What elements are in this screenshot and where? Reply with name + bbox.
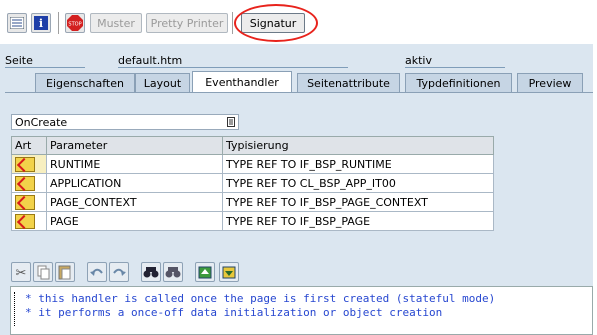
seite-value: default.htm (118, 54, 183, 67)
stop-button[interactable]: STOP (65, 13, 85, 33)
undo-icon (90, 268, 103, 276)
info-icon: i (34, 16, 48, 30)
parameters-table: Art Parameter Typisierung RUNTIME TYPE R… (11, 136, 494, 231)
table-row[interactable]: RUNTIME TYPE REF TO IF_BSP_RUNTIME (11, 154, 494, 174)
stop-icon: STOP (67, 15, 83, 31)
parameter-cell[interactable]: RUNTIME (46, 154, 223, 174)
upload-icon (198, 266, 212, 279)
event-select[interactable]: OnCreate (11, 114, 239, 130)
table-row[interactable]: APPLICATION TYPE REF TO CL_BSP_APP_IT00 (11, 173, 494, 193)
dropdown-list-icon (227, 117, 235, 127)
download-button[interactable] (219, 262, 239, 282)
svg-text:i: i (39, 17, 43, 30)
toolbar-separator (58, 12, 59, 34)
code-line[interactable]: * this handler is called once the page i… (25, 292, 495, 305)
typisierung-cell[interactable]: TYPE REF TO IF_BSP_RUNTIME (222, 154, 494, 174)
find-next-icon (165, 267, 181, 278)
typisierung-cell[interactable]: TYPE REF TO IF_BSP_PAGE_CONTEXT (222, 192, 494, 212)
tab-layout[interactable]: Layout (135, 73, 190, 92)
copy-icon (37, 265, 50, 280)
upload-button[interactable] (195, 262, 215, 282)
find-next-button[interactable] (163, 262, 183, 282)
redo-button[interactable] (109, 262, 129, 282)
status-text: aktiv (405, 54, 432, 67)
pretty-printer-button[interactable]: Pretty Printer (146, 13, 228, 33)
list-icon (10, 17, 24, 29)
event-select-value: OnCreate (15, 116, 68, 129)
header-parameter[interactable]: Parameter (46, 136, 223, 155)
paste-icon (58, 265, 71, 280)
art-cell[interactable] (11, 192, 47, 212)
toolbar-separator (232, 12, 233, 34)
info-button[interactable]: i (31, 13, 51, 33)
highlight-circle (234, 4, 318, 42)
table-row[interactable]: PAGE_CONTEXT TYPE REF TO IF_BSP_PAGE_CON… (11, 192, 494, 212)
header-typisierung[interactable]: Typisierung (222, 136, 494, 155)
table-row[interactable]: PAGE TYPE REF TO IF_BSP_PAGE (11, 211, 494, 231)
seite-label: Seite (5, 54, 33, 67)
table-header-row: Art Parameter Typisierung (11, 136, 494, 155)
importing-parameter-icon (15, 156, 35, 172)
download-icon (222, 266, 236, 279)
tab-eigenschaften[interactable]: Eigenschaften (35, 73, 135, 92)
redo-icon (113, 268, 126, 276)
cut-button[interactable]: ✂ (11, 262, 31, 282)
editor-caret (14, 292, 17, 326)
parameter-cell[interactable]: APPLICATION (46, 173, 223, 193)
cut-icon: ✂ (16, 266, 27, 281)
muster-button[interactable]: Muster (90, 13, 142, 33)
importing-parameter-icon (15, 194, 35, 210)
list-icon-button[interactable] (7, 13, 27, 33)
art-cell[interactable] (11, 173, 47, 193)
binoculars-icon (143, 267, 159, 278)
svg-text:✂: ✂ (16, 266, 27, 281)
parameter-cell[interactable]: PAGE (46, 211, 223, 231)
main-toolbar: i STOP Muster Pretty Printer Signatur (0, 0, 597, 44)
status-underline (405, 67, 505, 68)
importing-parameter-icon (15, 175, 35, 191)
seite-label-underline (5, 67, 85, 68)
typisierung-cell[interactable]: TYPE REF TO IF_BSP_PAGE (222, 211, 494, 231)
tab-preview[interactable]: Preview (517, 73, 583, 92)
tab-eventhandler[interactable]: Eventhandler (192, 71, 292, 93)
tab-typdefinitionen[interactable]: Typdefinitionen (405, 73, 512, 92)
header-art[interactable]: Art (11, 136, 47, 155)
code-line[interactable]: * it performs a once-off data initializa… (25, 306, 442, 319)
copy-button[interactable] (33, 262, 53, 282)
parameter-cell[interactable]: PAGE_CONTEXT (46, 192, 223, 212)
importing-parameter-icon (15, 213, 35, 229)
art-cell[interactable] (11, 154, 47, 174)
find-button[interactable] (141, 262, 161, 282)
art-cell[interactable] (11, 211, 47, 231)
tab-seitenattribute[interactable]: Seitenattribute (297, 73, 400, 92)
svg-text:STOP: STOP (68, 22, 81, 28)
seite-value-underline (118, 67, 348, 68)
undo-button[interactable] (87, 262, 107, 282)
paste-button[interactable] (55, 262, 75, 282)
typisierung-cell[interactable]: TYPE REF TO CL_BSP_APP_IT00 (222, 173, 494, 193)
